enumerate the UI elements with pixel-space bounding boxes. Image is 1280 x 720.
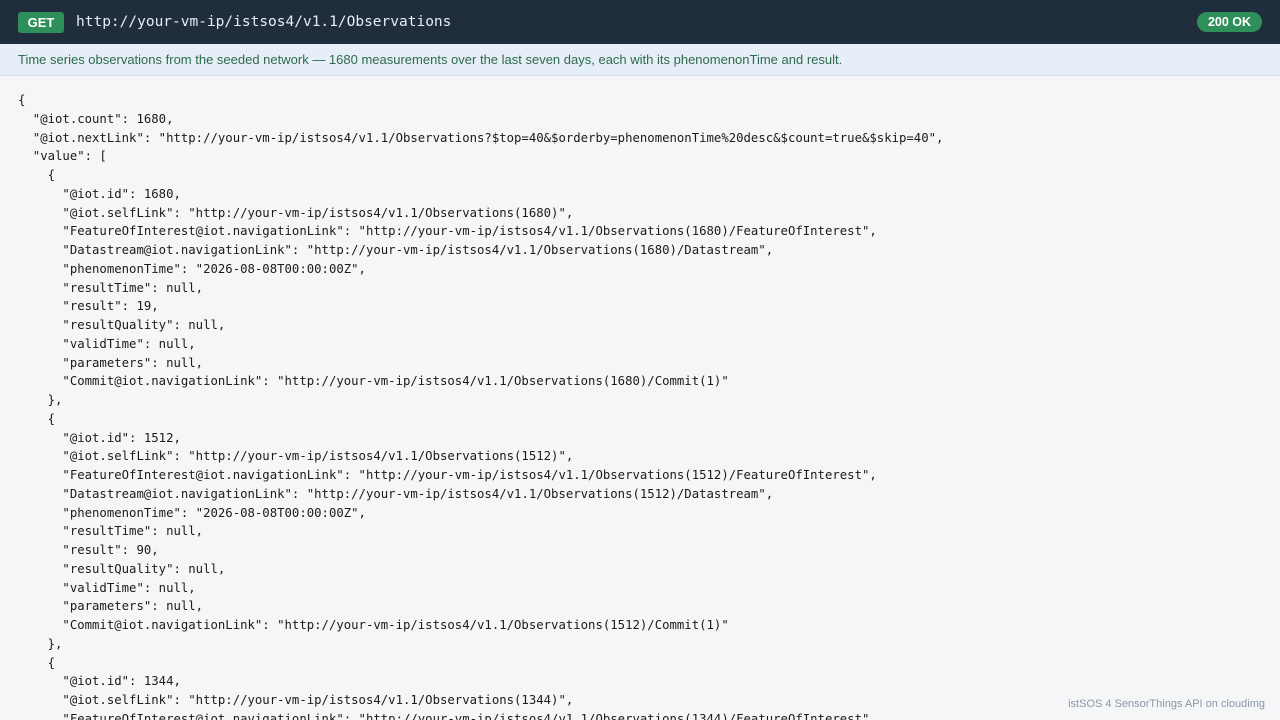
json-line: "Commit@iot.navigationLink": "http://you… xyxy=(18,618,729,632)
description-banner: Time series observations from the seeded… xyxy=(0,44,1280,76)
json-line: "@iot.nextLink": "http://your-vm-ip/ists… xyxy=(18,130,944,145)
json-line: "FeatureOfInterest@iot.navigationLink": … xyxy=(18,468,877,482)
json-line: { xyxy=(18,93,26,107)
json-line: "Datastream@iot.navigationLink": "http:/… xyxy=(18,243,774,257)
json-line: "FeatureOfInterest@iot.navigationLink": … xyxy=(18,711,877,720)
json-line: "validTime": null, xyxy=(18,336,196,351)
request-url[interactable]: http://your-vm-ip/istsos4/v1.1/Observati… xyxy=(76,13,451,31)
footer-credit: istSOS 4 SensorThings API on cloudimg xyxy=(1064,698,1265,710)
json-line: "Commit@iot.navigationLink": "http://you… xyxy=(18,374,729,389)
http-method-badge: GET xyxy=(18,12,64,33)
json-line: "@iot.id": 1680, xyxy=(18,186,181,201)
json-line: { xyxy=(18,168,56,182)
json-line: "resultTime": null, xyxy=(18,524,204,539)
json-line: }, xyxy=(18,636,63,651)
json-line: "resultQuality": null, xyxy=(18,318,226,332)
json-line: "phenomenonTime": "2026-08-08T00:00:00Z"… xyxy=(18,261,366,276)
json-line: { xyxy=(18,655,56,670)
json-line: "Datastream@iot.navigationLink": "http:/… xyxy=(18,486,774,501)
json-line: "parameters": null, xyxy=(18,599,204,614)
json-line: "value": [ xyxy=(18,149,107,164)
request-bar: GET http://your-vm-ip/istsos4/v1.1/Obser… xyxy=(0,0,1280,44)
json-line: "parameters": null, xyxy=(18,355,204,370)
json-line: "@iot.id": 1344, xyxy=(18,674,181,689)
json-line: "@iot.count": 1680, xyxy=(18,111,174,126)
json-line: }, xyxy=(18,393,63,407)
json-line: "result": 19, xyxy=(18,299,159,314)
status-badge: 200 OK xyxy=(1197,12,1262,32)
json-line: "@iot.selfLink": "http://your-vm-ip/ists… xyxy=(18,205,574,220)
json-line: "resultTime": null, xyxy=(18,280,204,295)
description-text: Time series observations from the seeded… xyxy=(18,52,843,67)
json-line: "result": 90, xyxy=(18,543,159,557)
json-line: "@iot.id": 1512, xyxy=(18,430,181,445)
json-line: "FeatureOfInterest@iot.navigationLink": … xyxy=(18,224,877,239)
json-line: "resultQuality": null, xyxy=(18,561,226,576)
json-line: "phenomenonTime": "2026-08-08T00:00:00Z"… xyxy=(18,505,366,520)
json-line: "@iot.selfLink": "http://your-vm-ip/ists… xyxy=(18,449,574,464)
json-line: { xyxy=(18,411,56,426)
json-line: "validTime": null, xyxy=(18,580,196,595)
json-response-body: { "@iot.count": 1680, "@iot.nextLink": "… xyxy=(18,91,1268,720)
